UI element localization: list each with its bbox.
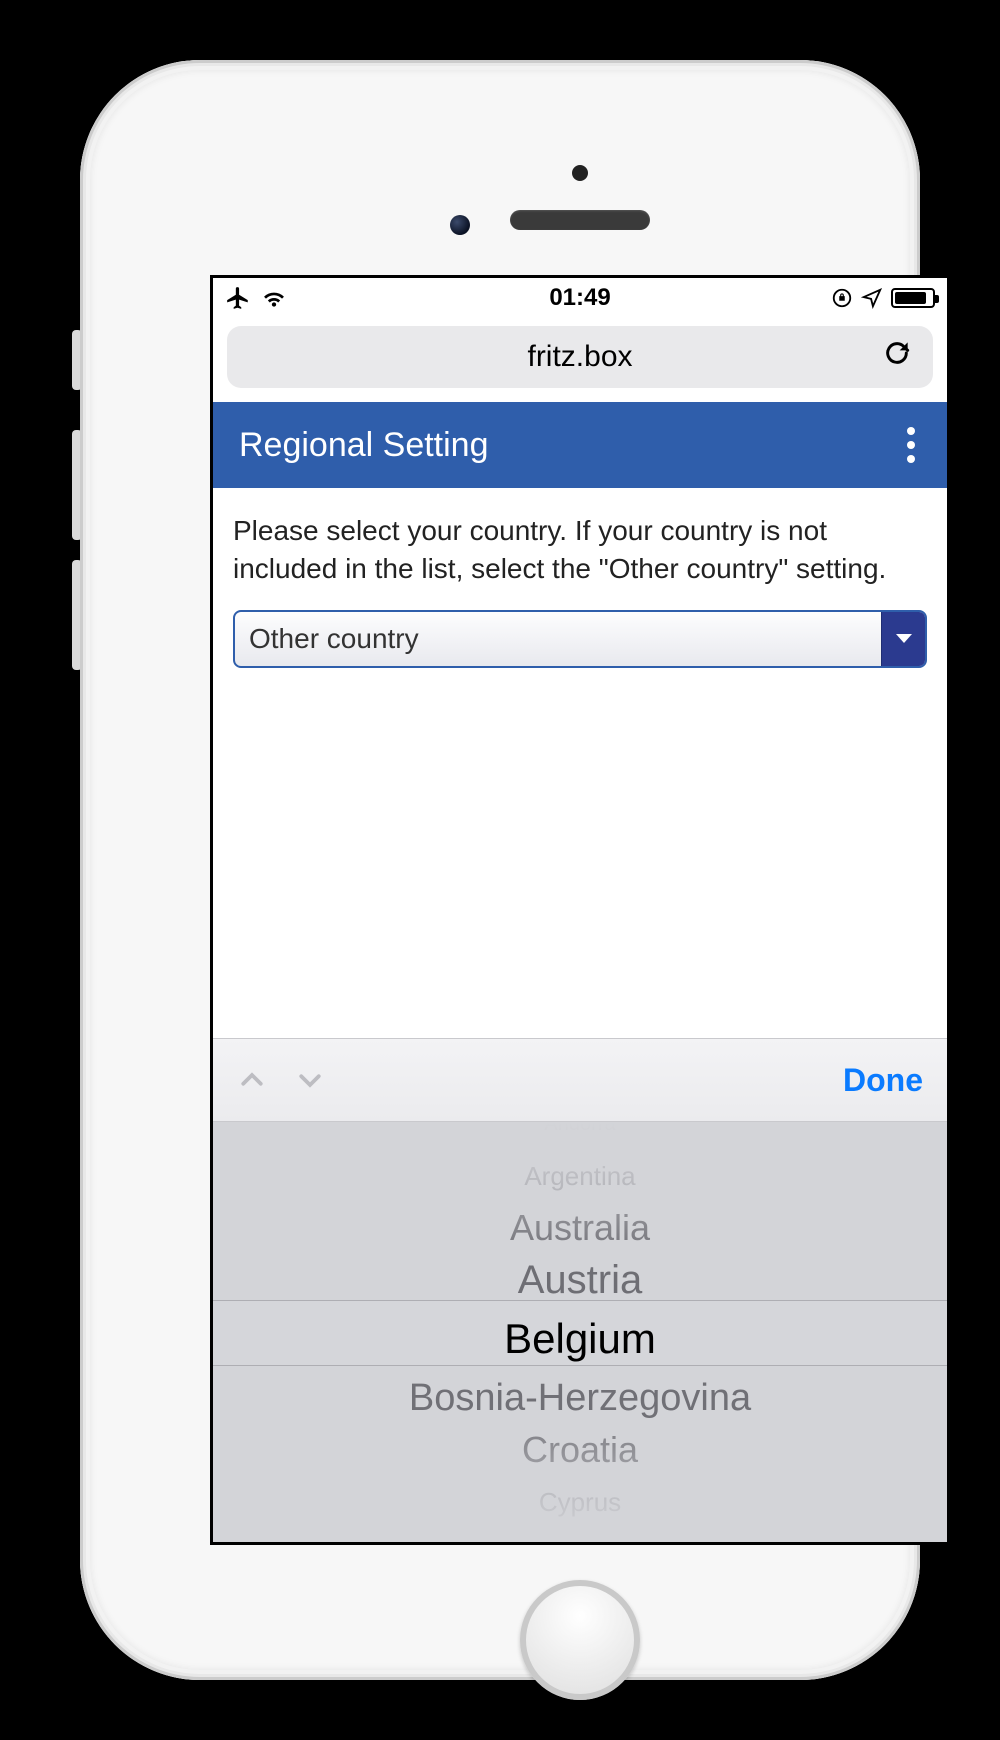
picker-option[interactable]: Bosnia-Herzegovina bbox=[409, 1372, 751, 1424]
picker-option[interactable]: Czech Republic bbox=[510, 1528, 650, 1542]
page-title: Regional Setting bbox=[239, 426, 901, 465]
phone-sensor bbox=[572, 165, 588, 181]
picker-next-button[interactable] bbox=[295, 1065, 325, 1095]
country-select[interactable]: Other country bbox=[233, 610, 927, 668]
picker-option[interactable]: Australia bbox=[510, 1202, 650, 1254]
status-time: 01:49 bbox=[549, 284, 610, 312]
reload-button[interactable] bbox=[881, 337, 913, 377]
url-text: fritz.box bbox=[527, 340, 632, 374]
picker-prev-button[interactable] bbox=[237, 1065, 267, 1095]
picker-toolbar: Done bbox=[213, 1038, 947, 1122]
battery-icon bbox=[891, 288, 935, 308]
home-button[interactable] bbox=[520, 1580, 640, 1700]
picker-wheel[interactable]: Andorra Argentina Australia Austria Belg… bbox=[213, 1122, 947, 1542]
picker-option[interactable]: Austria bbox=[518, 1254, 643, 1306]
screen: 01:49 fritz.box bbox=[210, 275, 950, 1545]
picker-option-selected[interactable]: Belgium bbox=[504, 1306, 656, 1372]
picker-option[interactable]: Andorra bbox=[544, 1122, 615, 1150]
country-select-value: Other country bbox=[235, 623, 881, 655]
picker-option[interactable]: Croatia bbox=[522, 1424, 638, 1476]
url-bar[interactable]: fritz.box bbox=[227, 326, 933, 388]
picker-option[interactable]: Cyprus bbox=[539, 1476, 621, 1528]
phone-frame: 01:49 fritz.box bbox=[80, 60, 920, 1680]
phone-earpiece bbox=[510, 210, 650, 230]
menu-button[interactable] bbox=[901, 421, 921, 469]
picker-option[interactable]: Argentina bbox=[524, 1150, 635, 1202]
airplane-mode-icon bbox=[225, 285, 251, 311]
chevron-down-icon bbox=[881, 612, 925, 666]
instruction-text: Please select your country. If your coun… bbox=[233, 512, 927, 588]
wifi-icon bbox=[261, 285, 287, 311]
picker-done-button[interactable]: Done bbox=[843, 1062, 923, 1099]
location-icon bbox=[861, 287, 883, 309]
status-bar: 01:49 bbox=[213, 278, 947, 318]
rotation-lock-icon bbox=[831, 287, 853, 309]
app-header: Regional Setting bbox=[213, 402, 947, 488]
phone-front-camera bbox=[450, 215, 470, 235]
browser-chrome: fritz.box bbox=[213, 318, 947, 402]
